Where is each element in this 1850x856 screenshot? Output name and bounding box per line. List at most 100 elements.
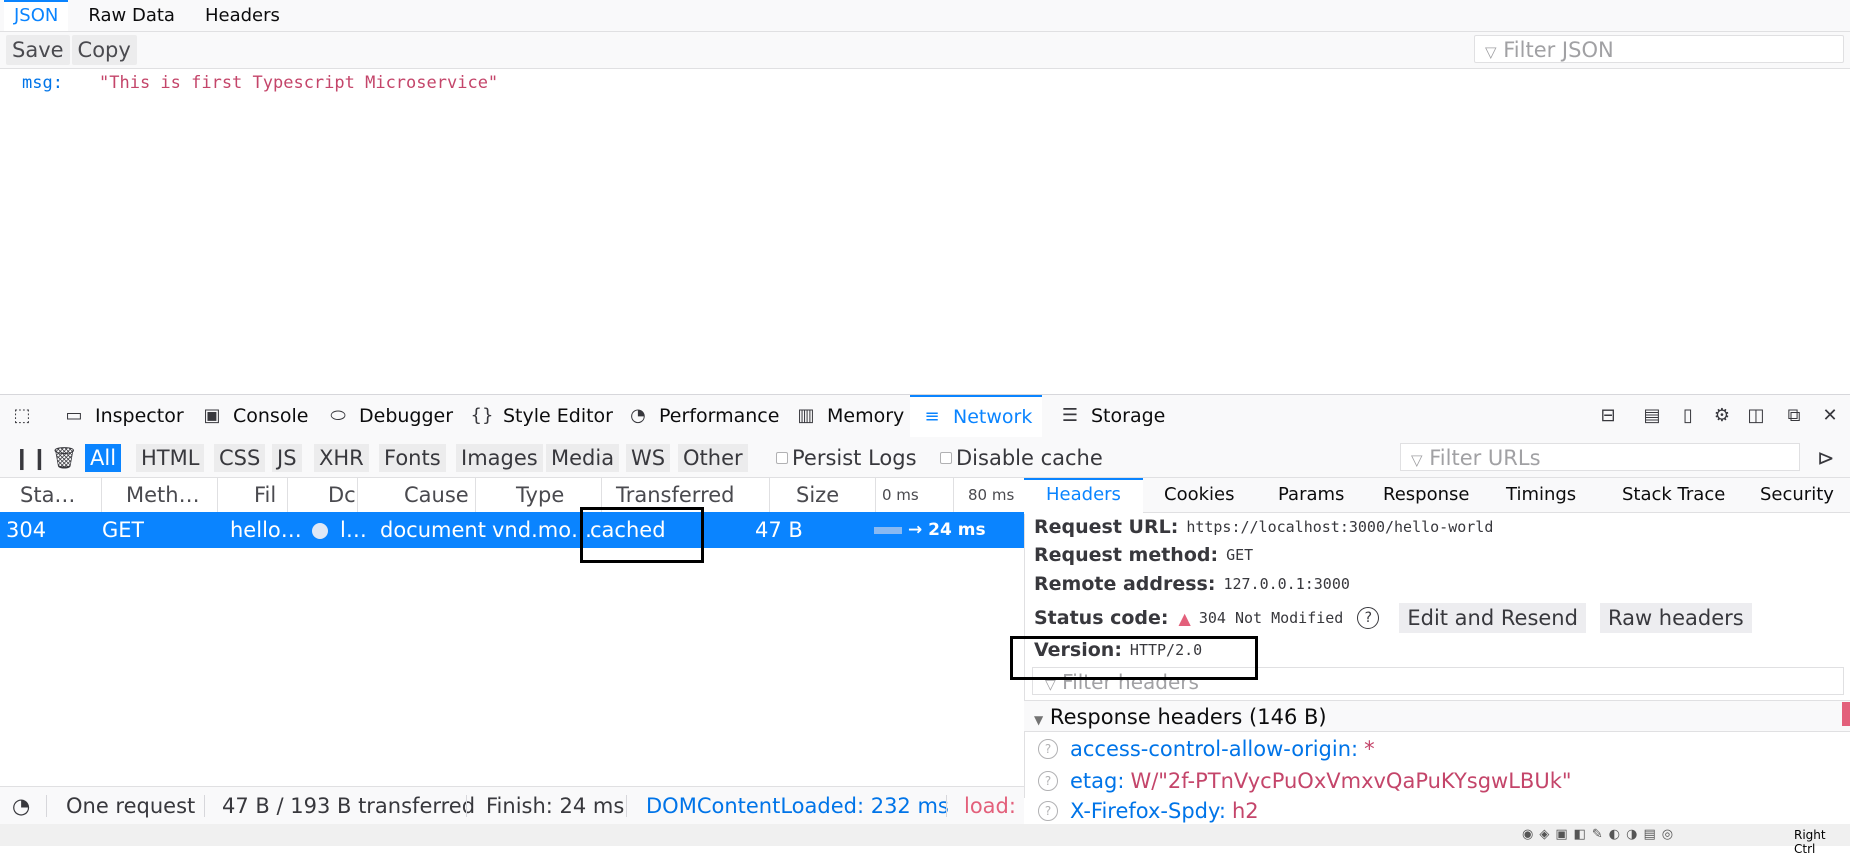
filter-html[interactable]: HTML bbox=[136, 444, 205, 472]
timeline-0ms: 0 ms bbox=[876, 478, 954, 512]
responsive-design-icon[interactable]: ▯ bbox=[1676, 404, 1700, 428]
tab-memory[interactable]: ▥ Memory bbox=[794, 395, 904, 437]
request-status: 304 bbox=[6, 518, 47, 542]
details-tab-stack-trace[interactable]: Stack Trace bbox=[1622, 478, 1725, 512]
domcontentloaded-time: DOMContentLoaded: 232 ms bbox=[646, 794, 949, 818]
col-cause[interactable]: Cause bbox=[398, 478, 476, 512]
request-count: One request bbox=[66, 794, 196, 818]
request-url-value[interactable]: https://localhost:3000/hello-world bbox=[1186, 518, 1493, 536]
performance-analysis-icon[interactable]: ◔ bbox=[12, 787, 30, 825]
col-domain[interactable]: Dc bbox=[322, 478, 358, 512]
tab-json[interactable]: JSON bbox=[4, 0, 69, 31]
funnel-icon: ▽ bbox=[1485, 43, 1497, 61]
request-url-label: Request URL: bbox=[1034, 516, 1179, 538]
tab-inspector[interactable]: ▭ Inspector bbox=[62, 395, 183, 437]
filter-other[interactable]: Other bbox=[678, 444, 748, 472]
waterfall-bar bbox=[874, 527, 902, 534]
tab-storage[interactable]: ☰ Storage bbox=[1058, 395, 1165, 437]
help-icon[interactable]: ? bbox=[1357, 607, 1380, 629]
highlight-box-transferred bbox=[580, 507, 704, 563]
help-icon[interactable]: ? bbox=[1038, 739, 1058, 759]
close-icon[interactable]: ✕ bbox=[1818, 404, 1842, 428]
layout-menu-icon[interactable]: ⊟ bbox=[1596, 404, 1620, 428]
response-header-row[interactable]: ? access-control-allow-origin: * bbox=[1038, 733, 1375, 765]
request-size: 47 B bbox=[755, 518, 803, 542]
details-tab-cookies[interactable]: Cookies bbox=[1164, 478, 1234, 512]
details-tab-params[interactable]: Params bbox=[1278, 478, 1344, 512]
response-headers-title: Response headers (146 B) bbox=[1049, 705, 1327, 729]
response-header-row[interactable]: ? X-Firefox-Spdy: h2 bbox=[1038, 797, 1259, 824]
tab-performance[interactable]: ◔ Performance bbox=[626, 395, 779, 437]
tab-console[interactable]: ▣ Console bbox=[200, 395, 308, 437]
filter-css[interactable]: CSS bbox=[214, 444, 266, 472]
save-button[interactable]: Save bbox=[6, 35, 70, 65]
header-value: W/"2f-PTnVycPuOxVmxvQaPuKYsgwLBUk" bbox=[1130, 769, 1572, 793]
request-method-value[interactable]: GET bbox=[1226, 546, 1253, 564]
toggle-sidebar-icon[interactable]: ⊳ bbox=[1812, 444, 1840, 472]
response-headers-section[interactable]: ▼ Response headers (146 B) bbox=[1024, 700, 1850, 732]
copy-button[interactable]: Copy bbox=[71, 35, 137, 65]
tab-network-label: Network bbox=[953, 406, 1033, 428]
disable-cache-label: Disable cache bbox=[956, 446, 1103, 470]
filter-json-placeholder: Filter JSON bbox=[1503, 38, 1614, 62]
json-key[interactable]: msg: bbox=[22, 73, 63, 93]
filter-fonts[interactable]: Fonts bbox=[379, 444, 446, 472]
remote-address-value[interactable]: 127.0.0.1:3000 bbox=[1223, 575, 1349, 593]
memory-icon: ▥ bbox=[797, 405, 815, 426]
scroll-marker bbox=[1842, 702, 1850, 726]
col-file[interactable]: Fil bbox=[248, 478, 288, 512]
tab-network[interactable]: ≡ Network bbox=[910, 395, 1043, 437]
filter-ws[interactable]: WS bbox=[626, 444, 671, 472]
funnel-icon: ▽ bbox=[1411, 451, 1423, 469]
filter-urls-input[interactable]: ▽ Filter URLs bbox=[1400, 443, 1800, 471]
filter-images[interactable]: Images bbox=[456, 444, 543, 472]
persist-logs-checkbox[interactable]: Persist Logs bbox=[776, 444, 917, 472]
details-tab-security[interactable]: Security bbox=[1760, 478, 1834, 512]
json-viewer-tabs: JSON Raw Data Headers bbox=[0, 0, 1850, 32]
raw-headers-button[interactable]: Raw headers bbox=[1599, 603, 1752, 633]
trash-icon[interactable]: 🗑 bbox=[46, 444, 83, 472]
header-value: * bbox=[1364, 737, 1375, 761]
checkbox-icon bbox=[940, 452, 952, 464]
settings-gear-icon[interactable]: ⚙ bbox=[1710, 404, 1734, 428]
split-console-icon[interactable]: ▤ bbox=[1640, 404, 1664, 428]
request-type: vnd.mo… bbox=[492, 518, 593, 542]
pick-element-icon: ⬚ bbox=[13, 405, 31, 426]
network-icon: ≡ bbox=[924, 406, 940, 427]
help-icon[interactable]: ? bbox=[1038, 771, 1058, 791]
response-header-row[interactable]: ? etag: W/"2f-PTnVycPuOxVmxvQaPuKYsgwLBU… bbox=[1038, 765, 1572, 797]
tab-headers[interactable]: Headers bbox=[195, 0, 290, 31]
storage-icon: ☰ bbox=[1061, 405, 1079, 426]
edit-and-resend-button[interactable]: Edit and Resend bbox=[1399, 603, 1586, 633]
separate-window-icon[interactable]: ⧉ bbox=[1782, 404, 1806, 428]
col-size[interactable]: Size bbox=[790, 478, 876, 512]
style-editor-icon: {} bbox=[470, 405, 494, 426]
details-tab-headers[interactable]: Headers bbox=[1024, 478, 1143, 514]
json-value[interactable]: "This is first Typescript Microservice" bbox=[99, 73, 498, 93]
tab-debugger[interactable]: ⬭ Debugger bbox=[326, 395, 453, 437]
status-code-value[interactable]: 304 Not Modified bbox=[1199, 609, 1344, 627]
details-tab-response[interactable]: Response bbox=[1383, 478, 1469, 512]
host-key-label: Right Ctrl bbox=[1794, 828, 1826, 856]
col-status[interactable]: Sta… bbox=[14, 478, 102, 512]
request-method-line: Request method: GET bbox=[1034, 541, 1253, 569]
tab-performance-label: Performance bbox=[659, 405, 780, 427]
disable-cache-checkbox[interactable]: Disable cache bbox=[940, 444, 1103, 472]
filter-js[interactable]: JS bbox=[272, 444, 302, 472]
filter-media[interactable]: Media bbox=[546, 444, 620, 472]
filter-xhr[interactable]: XHR bbox=[314, 444, 369, 472]
col-method[interactable]: Meth… bbox=[120, 478, 218, 512]
element-picker-button[interactable]: ⬚ bbox=[10, 395, 34, 437]
help-icon[interactable]: ? bbox=[1038, 800, 1058, 821]
dock-side-icon[interactable]: ◫ bbox=[1744, 404, 1768, 428]
details-tab-timings[interactable]: Timings bbox=[1506, 478, 1576, 512]
tab-raw-data[interactable]: Raw Data bbox=[78, 0, 185, 31]
tab-storage-label: Storage bbox=[1091, 405, 1166, 427]
tab-style-editor[interactable]: {} Style Editor bbox=[470, 395, 613, 437]
request-domain: l… bbox=[340, 518, 367, 542]
warning-triangle-icon: ▲ bbox=[1178, 608, 1191, 628]
filter-json-input[interactable]: ▽ Filter JSON bbox=[1474, 35, 1844, 63]
request-row[interactable]: 304 GET hello… l… document vnd.mo… cache… bbox=[0, 512, 1024, 548]
filter-all[interactable]: All bbox=[85, 444, 122, 472]
divider bbox=[466, 795, 467, 817]
